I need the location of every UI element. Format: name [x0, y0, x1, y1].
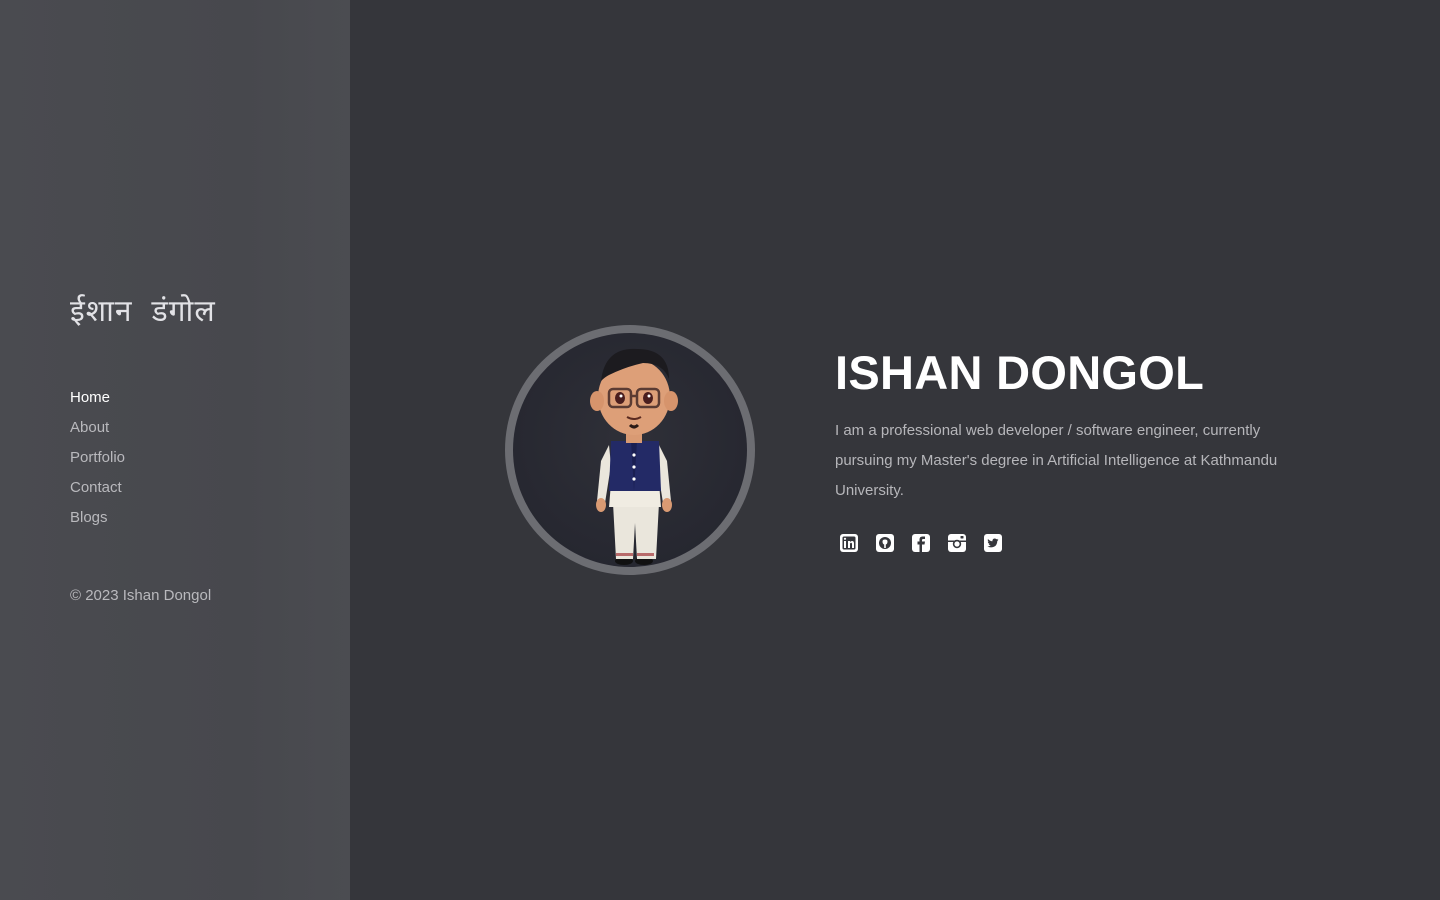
nav-item-about[interactable]: About	[70, 418, 125, 448]
avatar	[505, 325, 755, 575]
copyright-text: © 2023 Ishan Dongol	[70, 587, 212, 604]
nav-item-portfolio[interactable]: Portfolio	[70, 448, 125, 478]
twitter-icon[interactable]	[983, 533, 1003, 553]
avatar-character-illustration	[590, 348, 678, 565]
avatar-image	[513, 333, 747, 567]
linkedin-icon[interactable]	[839, 533, 859, 553]
social-links	[839, 533, 1019, 553]
facebook-icon[interactable]	[911, 533, 931, 553]
sidebar: ईशान डंगोल Home About Portfolio Contact …	[0, 0, 350, 900]
nav-item-contact[interactable]: Contact	[70, 478, 125, 508]
nav-item-home[interactable]: Home	[70, 388, 125, 418]
main-nav: Home About Portfolio Contact Blogs	[70, 388, 125, 538]
bio-text: I am a professional web developer / soft…	[835, 422, 1278, 499]
site-logo[interactable]: ईशान डंगोल	[70, 294, 216, 330]
github-icon[interactable]	[875, 533, 895, 553]
instagram-icon[interactable]	[947, 533, 967, 553]
nav-item-blogs[interactable]: Blogs	[70, 508, 125, 538]
page-title: ISHAN DONGOL	[835, 346, 1205, 399]
